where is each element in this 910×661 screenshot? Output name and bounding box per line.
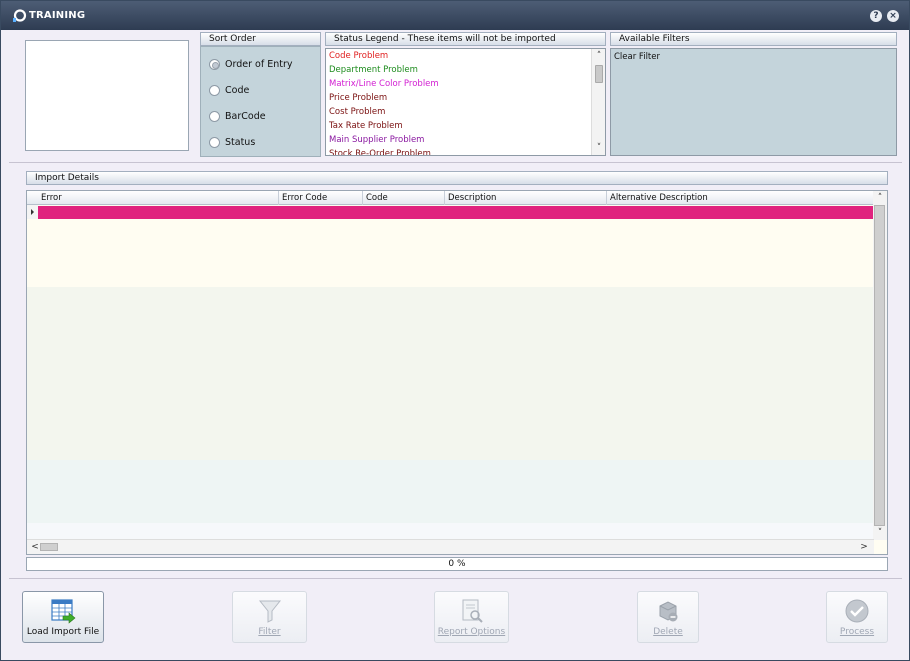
available-filters-list[interactable]: Clear Filter	[610, 48, 897, 156]
column-header-error-code[interactable]: Error Code	[279, 191, 363, 205]
scroll-thumb[interactable]	[595, 65, 603, 83]
grid-band	[27, 287, 874, 460]
status-legend-header: Status Legend - These items will not be …	[325, 32, 606, 46]
radio-icon[interactable]	[209, 58, 220, 70]
table-row-selected[interactable]	[38, 206, 873, 219]
grid-horizontal-scrollbar[interactable]: < >	[27, 539, 874, 554]
delete-box-icon	[659, 601, 678, 622]
close-icon[interactable]: ×	[887, 10, 899, 22]
button-label: Load Import File	[26, 627, 100, 637]
legend-item: Stock Re-Order Problem	[329, 149, 431, 156]
available-filters-header: Available Filters	[610, 32, 897, 46]
image-preview	[25, 40, 189, 151]
legend-item: Main Supplier Problem	[329, 135, 425, 145]
button-label: Process	[839, 627, 875, 637]
import-details-grid[interactable]: Error Error Code Code Description Altern…	[26, 190, 888, 555]
radio-icon[interactable]	[209, 110, 220, 122]
scroll-right-icon[interactable]: >	[857, 541, 871, 553]
status-legend-list[interactable]: Code Problem Department Problem Matrix/L…	[325, 48, 606, 156]
progress-bar: 0 %	[26, 557, 888, 571]
row-indicator	[27, 205, 38, 219]
legend-item: Code Problem	[329, 51, 389, 61]
grid-band	[27, 219, 874, 287]
filter-button[interactable]: Filter	[232, 591, 307, 643]
checkmark-circle-icon	[845, 599, 869, 623]
sort-option-code[interactable]: Code	[209, 83, 249, 97]
grid-band	[27, 460, 874, 523]
sort-order-header: Sort Order	[200, 32, 321, 46]
legend-item: Department Problem	[329, 65, 418, 75]
scroll-up-icon[interactable]: ˄	[592, 50, 605, 62]
legend-item: Matrix/Line Color Problem	[329, 79, 439, 89]
grid-header-row: Error Error Code Code Description Altern…	[27, 191, 887, 205]
divider	[9, 578, 902, 579]
delete-button[interactable]: Delete	[637, 591, 699, 643]
grid-vertical-scrollbar[interactable]: ˄ ˅	[873, 191, 887, 540]
report-magnifier-icon	[462, 599, 483, 623]
sort-option-label: BarCode	[225, 110, 266, 122]
radio-icon[interactable]	[209, 84, 220, 96]
funnel-icon	[258, 600, 281, 623]
help-icon[interactable]: ?	[870, 10, 882, 22]
scroll-down-icon[interactable]: ˅	[873, 527, 887, 539]
column-header-description[interactable]: Description	[445, 191, 607, 205]
scroll-thumb[interactable]	[874, 205, 885, 526]
sort-option-label: Code	[225, 84, 250, 96]
grid-band	[27, 523, 874, 540]
divider	[9, 162, 902, 163]
process-button[interactable]: Process	[826, 591, 888, 643]
title-bar: TRAINING ? ×	[1, 1, 909, 30]
button-label: Report Options	[437, 627, 506, 637]
report-options-button[interactable]: Report Options	[434, 591, 509, 643]
sort-option-status[interactable]: Status	[209, 135, 255, 149]
legend-item: Cost Problem	[329, 107, 386, 117]
sort-option-order-of-entry[interactable]: Order of Entry	[209, 57, 292, 71]
legend-item: Tax Rate Problem	[329, 121, 403, 131]
legend-item: Price Problem	[329, 93, 388, 103]
button-label: Delete	[653, 627, 683, 637]
window-title: TRAINING	[29, 10, 86, 21]
import-window: TRAINING ? × Sort Order Order of Entry C…	[0, 0, 910, 661]
scroll-up-icon[interactable]: ˄	[873, 192, 887, 204]
filter-item-clear[interactable]: Clear Filter	[614, 52, 660, 62]
sort-option-barcode[interactable]: BarCode	[209, 109, 266, 123]
spreadsheet-import-icon	[51, 599, 76, 624]
scroll-down-icon[interactable]: ˅	[592, 142, 605, 154]
sort-order-panel: Order of Entry Code BarCode Status	[200, 46, 321, 157]
app-logo-icon	[13, 9, 27, 22]
column-header-error[interactable]: Error	[38, 191, 279, 205]
column-header-alternative-description[interactable]: Alternative Description	[607, 191, 873, 205]
import-details-header: Import Details	[26, 171, 888, 185]
sort-option-label: Status	[225, 136, 256, 148]
radio-icon[interactable]	[209, 136, 220, 148]
column-header-code[interactable]: Code	[363, 191, 445, 205]
load-import-file-button[interactable]: Load Import File	[22, 591, 104, 643]
scroll-thumb[interactable]	[40, 543, 58, 551]
current-row-arrow-icon	[31, 209, 34, 215]
button-label: Filter	[258, 627, 281, 637]
legend-scrollbar[interactable]: ˄ ˅	[591, 49, 605, 155]
sort-option-label: Order of Entry	[225, 58, 293, 70]
